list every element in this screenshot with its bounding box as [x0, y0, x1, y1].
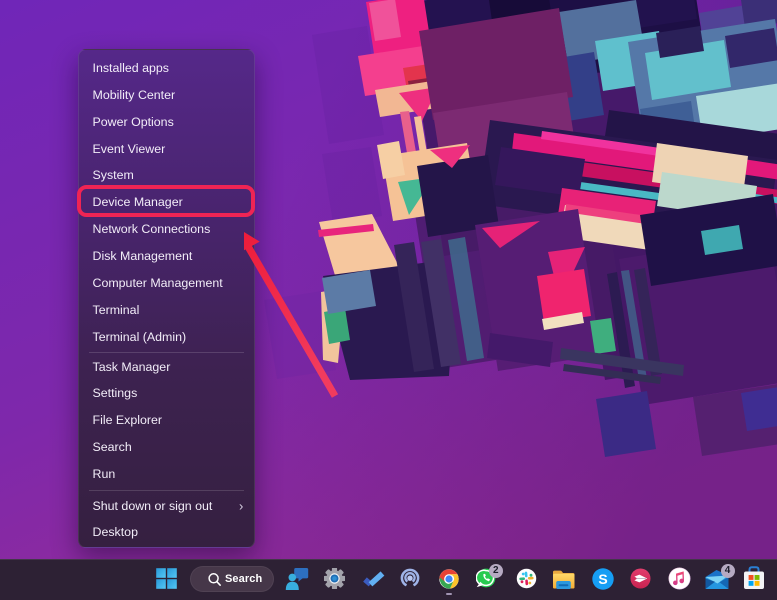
svg-text:S: S — [598, 571, 607, 587]
